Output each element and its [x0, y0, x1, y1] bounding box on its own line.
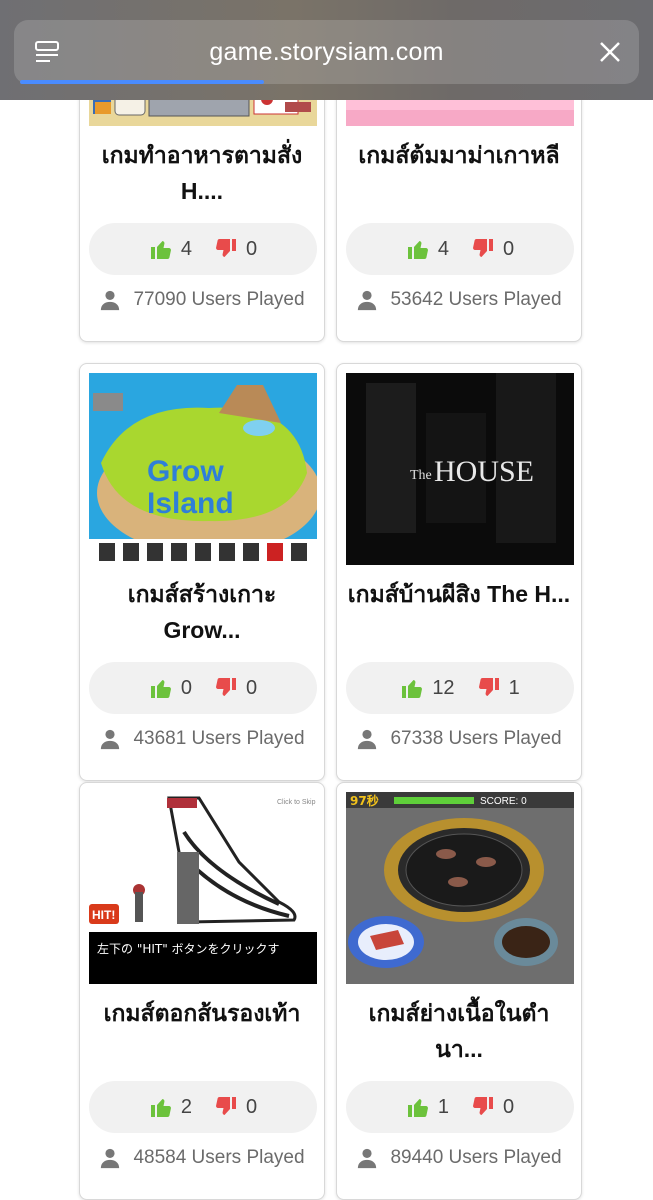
game-title[interactable]: เกมทำอาหารตามสั่ง H....: [88, 137, 316, 217]
thumbs-up-icon: [149, 237, 173, 261]
thumb-text: HOUSE: [434, 455, 534, 488]
like-count: 1: [437, 1095, 449, 1118]
played-count-row: 67338 Users Played: [337, 724, 581, 754]
played-count-row: 43681 Users Played: [80, 724, 324, 754]
thumbs-down-icon: [471, 237, 495, 261]
page-load-progress: [20, 80, 264, 84]
vote-bar: 4 0: [89, 223, 317, 275]
played-count: 77090 Users Played: [133, 289, 305, 310]
dislike-button[interactable]: 0: [471, 1095, 514, 1119]
thumb-text: The: [410, 468, 432, 483]
user-icon: [99, 289, 121, 311]
game-title[interactable]: เกมส์บ้านผีสิง The H...: [345, 576, 573, 656]
vote-bar: 0 0: [89, 662, 317, 714]
address-bar[interactable]: game.storysiam.com: [14, 20, 639, 84]
played-count-row: 53642 Users Played: [337, 285, 581, 315]
thumbs-down-icon: [477, 676, 501, 700]
game-card[interactable]: Click to Skip HIT! 左下の "HIT" ボタンをクリックす เ…: [79, 782, 325, 1200]
dislike-count: 0: [246, 1095, 258, 1118]
dislike-count: 0: [246, 676, 258, 699]
dislike-count: 0: [246, 237, 258, 260]
game-title[interactable]: เกมส์ต้มมาม่าเกาหลี: [345, 137, 573, 217]
like-button[interactable]: 4: [406, 237, 449, 261]
played-count-row: 89440 Users Played: [337, 1143, 581, 1173]
user-icon: [356, 289, 378, 311]
game-thumbnail[interactable]: Grow Island: [89, 373, 317, 565]
like-button[interactable]: 2: [149, 1095, 192, 1119]
thumbs-down-icon: [214, 676, 238, 700]
thumb-text: Grow: [147, 455, 224, 488]
user-icon: [356, 1147, 378, 1169]
like-count: 4: [180, 237, 192, 260]
thumb-text: HIT!: [92, 908, 115, 922]
vote-bar: 1 0: [346, 1081, 574, 1133]
thumbs-down-icon: [214, 1095, 238, 1119]
like-button[interactable]: 12: [400, 676, 455, 700]
user-icon: [99, 728, 121, 750]
url-text[interactable]: game.storysiam.com: [14, 38, 639, 67]
vote-bar: 12 1: [346, 662, 574, 714]
game-card[interactable]: The HOUSE เกมส์บ้านผีสิง The H... 12 1 6…: [336, 363, 582, 781]
played-count: 67338 Users Played: [390, 728, 562, 749]
game-title[interactable]: เกมส์ตอกส้นรองเท้า: [88, 995, 316, 1075]
game-thumbnail[interactable]: 97秒 SCORE: 0: [346, 792, 574, 984]
like-button[interactable]: 1: [406, 1095, 449, 1119]
dislike-count: 0: [503, 1095, 515, 1118]
vote-bar: 4 0: [346, 223, 574, 275]
game-card[interactable]: 97秒 SCORE: 0 เกมส์ย่างเนื้อในตำ นา... 1: [336, 782, 582, 1200]
like-button[interactable]: 0: [149, 676, 192, 700]
thumbs-up-icon: [149, 676, 173, 700]
thumbs-up-icon: [400, 676, 424, 700]
game-title[interactable]: เกมส์ย่างเนื้อในตำ นา...: [345, 995, 573, 1075]
like-count: 2: [180, 1095, 192, 1118]
dislike-button[interactable]: 0: [214, 676, 257, 700]
thumbs-up-icon: [406, 237, 430, 261]
user-icon: [356, 728, 378, 750]
thumb-text: SCORE: 0: [480, 796, 527, 807]
played-count: 43681 Users Played: [133, 728, 305, 749]
thumbs-down-icon: [214, 237, 238, 261]
thumb-text: 左下の "HIT" ボタンをクリックす: [97, 941, 280, 956]
dislike-button[interactable]: 0: [471, 237, 514, 261]
dislike-button[interactable]: 0: [214, 237, 257, 261]
like-button[interactable]: 4: [149, 237, 192, 261]
thumb-text: Island: [147, 487, 234, 520]
thumb-text: Click to Skip: [277, 799, 316, 806]
played-count: 53642 Users Played: [390, 289, 562, 310]
dislike-count: 0: [503, 237, 515, 260]
thumbs-up-icon: [149, 1095, 173, 1119]
thumb-text: 97秒: [350, 793, 379, 808]
game-thumbnail[interactable]: The HOUSE: [346, 373, 574, 565]
played-count-row: 77090 Users Played: [80, 285, 324, 315]
played-count: 48584 Users Played: [133, 1147, 305, 1168]
game-thumbnail[interactable]: Click to Skip HIT! 左下の "HIT" ボタンをクリックす: [89, 792, 317, 984]
played-count: 89440 Users Played: [390, 1147, 562, 1168]
user-icon: [99, 1147, 121, 1169]
thumbs-down-icon: [471, 1095, 495, 1119]
like-count: 12: [432, 676, 455, 699]
close-icon[interactable]: [599, 41, 621, 63]
game-title[interactable]: เกมส์สร้างเกาะ Grow...: [88, 576, 316, 656]
played-count-row: 48584 Users Played: [80, 1143, 324, 1173]
thumbs-up-icon: [406, 1095, 430, 1119]
dislike-button[interactable]: 0: [214, 1095, 257, 1119]
vote-bar: 2 0: [89, 1081, 317, 1133]
game-card[interactable]: Grow Island เกมส์สร้างเกาะ Grow... 0 0 4…: [79, 363, 325, 781]
like-count: 4: [437, 237, 449, 260]
browser-top-bar: game.storysiam.com: [0, 0, 653, 100]
like-count: 0: [180, 676, 192, 699]
dislike-button[interactable]: 1: [477, 676, 520, 700]
dislike-count: 1: [508, 676, 520, 699]
